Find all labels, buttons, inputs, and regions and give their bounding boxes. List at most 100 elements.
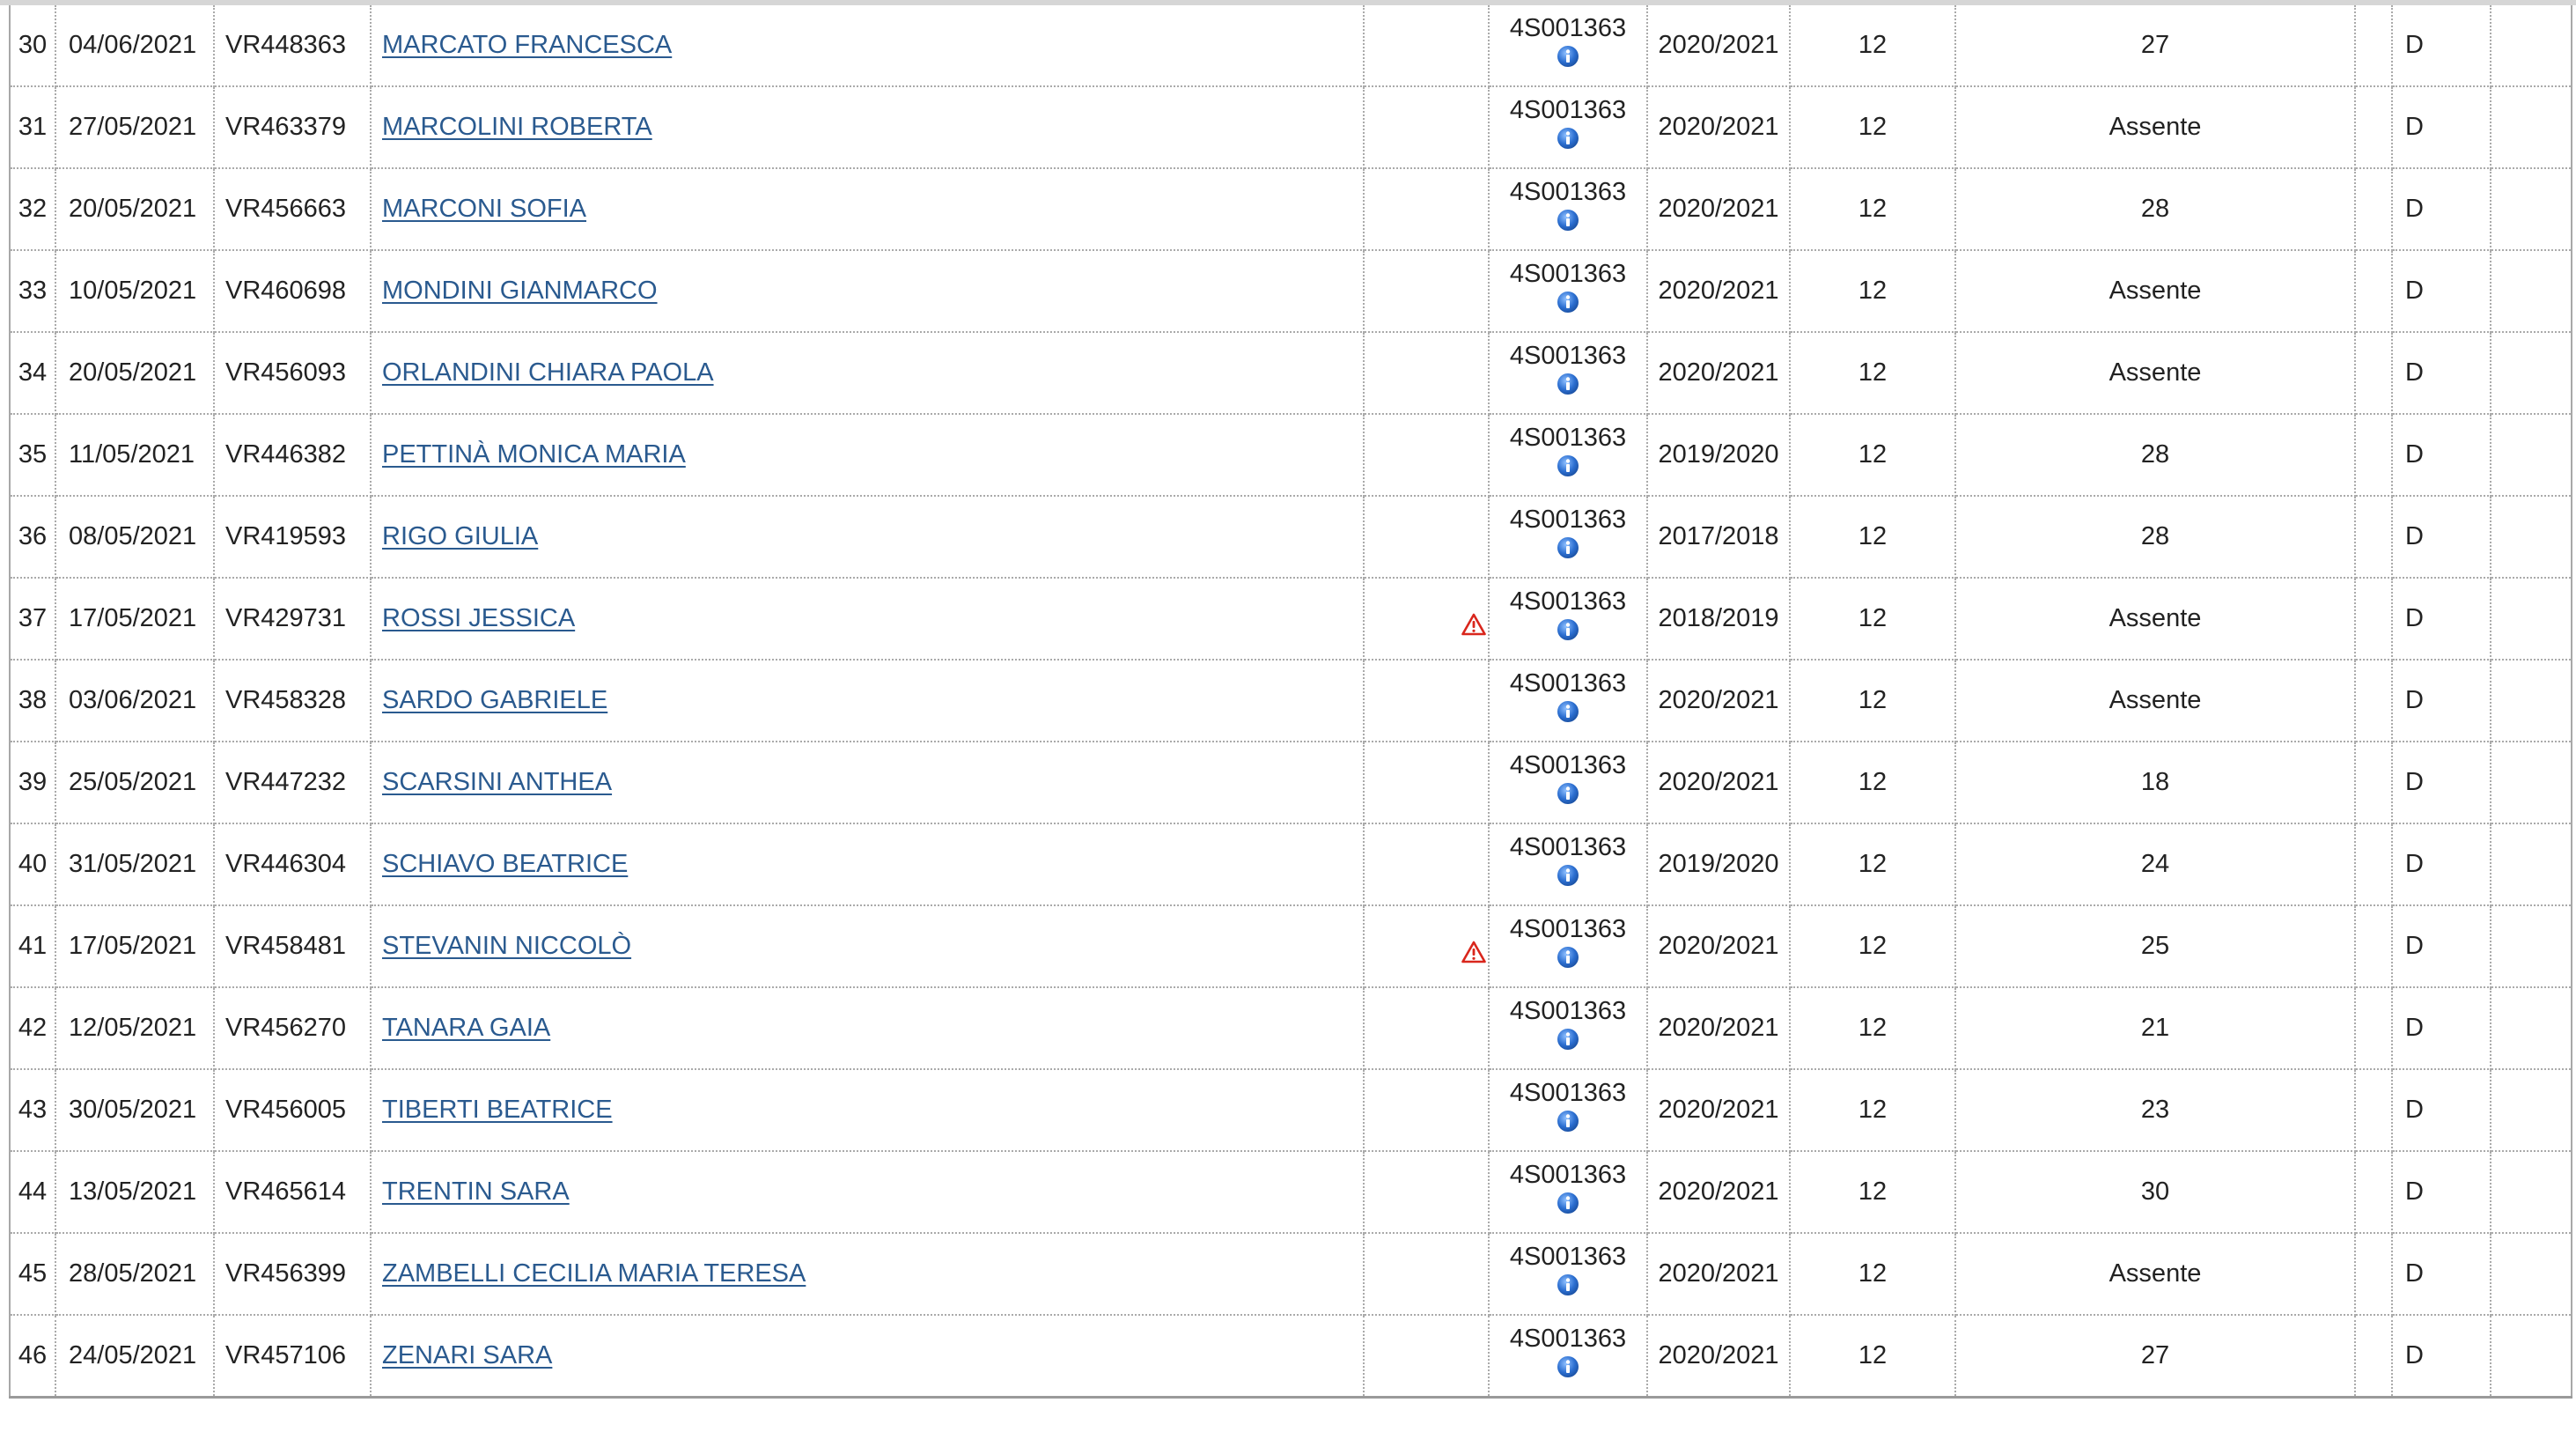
student-name-link[interactable]: ROSSI JESSICA (382, 604, 575, 632)
credits: 12 (1790, 1233, 1956, 1316)
course-code: 4S001363 (1509, 342, 1627, 370)
student-id: VR456093 (214, 332, 372, 415)
exam-date: 10/05/2021 (55, 250, 215, 333)
academic-year: 2020/2021 (1647, 332, 1791, 415)
warning-triangle-icon[interactable] (1461, 931, 1486, 963)
info-icon[interactable] (1490, 373, 1645, 399)
student-name-link[interactable]: TIBERTI BEATRICE (382, 1096, 613, 1124)
exam-type: D (2392, 660, 2491, 742)
student-name-link[interactable]: SCARSINI ANTHEA (382, 768, 612, 796)
student-name-link[interactable]: PETTINÀ MONICA MARIA (382, 440, 686, 469)
warning-triangle-icon[interactable] (1461, 603, 1486, 635)
empty-cell (2355, 1233, 2393, 1316)
row-number: 42 (10, 987, 56, 1070)
student-id: VR458481 (214, 905, 372, 988)
course-code: 4S001363 (1509, 997, 1627, 1025)
info-icon[interactable] (1490, 782, 1645, 808)
student-name-link[interactable]: MARCATO FRANCESCA (382, 31, 672, 59)
table-row: 33 10/05/2021 VR460698 MONDINI GIANMARCO… (10, 250, 2572, 333)
table-row: 44 13/05/2021 VR465614 TRENTIN SARA 4S00… (10, 1151, 2572, 1234)
grade: Assente (1955, 332, 2356, 415)
warning-cell (1364, 5, 1490, 87)
empty-cell (2355, 742, 2393, 824)
info-icon[interactable] (1490, 291, 1645, 317)
course-code: 4S001363 (1509, 260, 1627, 288)
student-id: VR463379 (214, 86, 372, 169)
table-row: 32 20/05/2021 VR456663 MARCONI SOFIA 4S0… (10, 168, 2572, 251)
student-name-link[interactable]: MARCOLINI ROBERTA (382, 113, 652, 141)
info-icon[interactable] (1490, 127, 1645, 153)
student-name-link[interactable]: SARDO GABRIELE (382, 686, 607, 714)
student-name-cell: ROSSI JESSICA (371, 578, 1365, 661)
warning-cell (1364, 578, 1490, 661)
row-number: 36 (10, 496, 56, 579)
exam-type: D (2392, 332, 2491, 415)
warning-cell (1364, 905, 1490, 988)
student-name-link[interactable]: SCHIAVO BEATRICE (382, 850, 628, 878)
info-icon[interactable] (1490, 700, 1645, 727)
exam-type: D (2392, 1315, 2491, 1399)
exam-date: 13/05/2021 (55, 1151, 215, 1234)
info-icon[interactable] (1490, 1355, 1645, 1382)
student-name-cell: ORLANDINI CHIARA PAOLA (371, 332, 1365, 415)
info-icon[interactable] (1490, 618, 1645, 645)
empty-cell (2491, 414, 2572, 497)
credits: 12 (1790, 496, 1956, 579)
course-code: 4S001363 (1509, 14, 1627, 42)
student-name-cell: SCHIAVO BEATRICE (371, 823, 1365, 906)
row-number: 40 (10, 823, 56, 906)
student-name-link[interactable]: TRENTIN SARA (382, 1177, 570, 1206)
info-icon[interactable] (1490, 1273, 1645, 1300)
info-icon[interactable] (1490, 946, 1645, 972)
course-code: 4S001363 (1509, 96, 1627, 124)
student-name-link[interactable]: ORLANDINI CHIARA PAOLA (382, 358, 714, 387)
empty-cell (2491, 1069, 2572, 1152)
student-name-cell: STEVANIN NICCOLÒ (371, 905, 1365, 988)
exam-type: D (2392, 86, 2491, 169)
row-number: 44 (10, 1151, 56, 1234)
info-icon[interactable] (1490, 45, 1645, 71)
academic-year: 2020/2021 (1647, 1151, 1791, 1234)
student-name-link[interactable]: MARCONI SOFIA (382, 195, 586, 223)
credits: 12 (1790, 1069, 1956, 1152)
student-id: VR446382 (214, 414, 372, 497)
student-name-link[interactable]: STEVANIN NICCOLÒ (382, 932, 631, 960)
info-icon[interactable] (1490, 1192, 1645, 1218)
student-name-link[interactable]: RIGO GIULIA (382, 522, 538, 550)
student-name-link[interactable]: ZENARI SARA (382, 1341, 552, 1369)
exam-date: 03/06/2021 (55, 660, 215, 742)
student-name-link[interactable]: TANARA GAIA (382, 1014, 550, 1042)
course-code: 4S001363 (1509, 669, 1627, 698)
row-number: 45 (10, 1233, 56, 1316)
academic-year: 2020/2021 (1647, 742, 1791, 824)
warning-cell (1364, 1315, 1490, 1399)
student-name-cell: TIBERTI BEATRICE (371, 1069, 1365, 1152)
student-name-link[interactable]: MONDINI GIANMARCO (382, 277, 658, 305)
info-icon[interactable] (1490, 1110, 1645, 1136)
course-code-cell: 4S001363 (1489, 987, 1648, 1070)
empty-cell (2491, 168, 2572, 251)
info-icon[interactable] (1490, 1028, 1645, 1054)
empty-cell (2355, 5, 2393, 87)
exam-date: 24/05/2021 (55, 1315, 215, 1399)
info-icon[interactable] (1490, 454, 1645, 481)
exam-type: D (2392, 1069, 2491, 1152)
course-code: 4S001363 (1509, 424, 1627, 452)
student-name-link[interactable]: ZAMBELLI CECILIA MARIA TERESA (382, 1259, 806, 1288)
grade: 25 (1955, 905, 2356, 988)
academic-year: 2020/2021 (1647, 86, 1791, 169)
empty-cell (2491, 1151, 2572, 1234)
row-number: 34 (10, 332, 56, 415)
empty-cell (2355, 332, 2393, 415)
info-icon[interactable] (1490, 536, 1645, 563)
info-icon[interactable] (1490, 864, 1645, 890)
course-code: 4S001363 (1509, 506, 1627, 534)
exam-date: 08/05/2021 (55, 496, 215, 579)
info-icon[interactable] (1490, 209, 1645, 235)
table-row: 31 27/05/2021 VR463379 MARCOLINI ROBERTA… (10, 86, 2572, 169)
warning-cell (1364, 250, 1490, 333)
credits: 12 (1790, 905, 1956, 988)
row-number: 31 (10, 86, 56, 169)
exam-date: 04/06/2021 (55, 5, 215, 87)
grade: 21 (1955, 987, 2356, 1070)
